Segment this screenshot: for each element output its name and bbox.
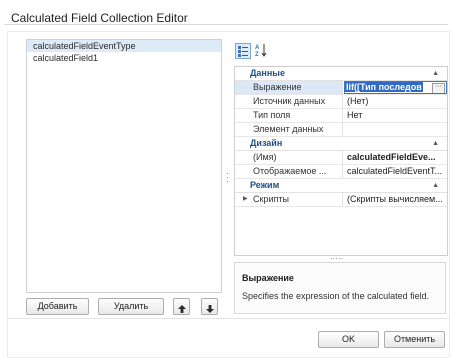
property-value[interactable] — [344, 123, 447, 136]
ok-button[interactable]: OK — [318, 331, 379, 348]
collapse-icon[interactable]: ▲ — [432, 67, 439, 80]
description-title: Выражение — [242, 273, 294, 283]
remove-button[interactable]: Удалить — [98, 298, 164, 315]
property-name: Элемент данных — [235, 123, 343, 136]
ellipsis-button[interactable]: ··· — [432, 83, 445, 93]
property-row[interactable]: Отображаемое ... calculatedFieldEventT..… — [235, 165, 447, 179]
footer-divider — [8, 318, 449, 319]
property-value[interactable]: calculatedFieldEve... — [344, 151, 447, 164]
arrow-down-icon — [205, 304, 214, 313]
property-name: Источник данных — [235, 95, 343, 108]
property-name: Выражение — [235, 81, 343, 94]
property-name: Скрипты — [235, 193, 343, 206]
arrow-up-icon — [177, 304, 186, 313]
description-text: Specifies the expression of the calculat… — [242, 291, 430, 301]
collapse-icon[interactable]: ▲ — [432, 137, 439, 150]
property-value-editor[interactable]: Iif([Тип последов ··· — [344, 81, 447, 94]
property-name: (Имя) — [235, 151, 343, 164]
field-list[interactable]: calculatedFieldEventType calculatedField… — [26, 39, 222, 293]
category-label: Дизайн — [250, 138, 283, 148]
alphabetical-button[interactable]: A Z — [254, 43, 270, 59]
category-label: Режим — [250, 180, 280, 190]
property-value[interactable]: Нет — [344, 109, 447, 122]
property-row-expression[interactable]: Выражение Iif([Тип последов ··· — [235, 81, 447, 95]
property-row[interactable]: Элемент данных — [235, 123, 447, 137]
svg-text:Z: Z — [255, 52, 259, 57]
category-design[interactable]: Дизайн ▲ — [235, 137, 447, 151]
property-value[interactable]: (Скрипты вычисляем... — [344, 193, 447, 206]
property-value[interactable]: calculatedFieldEventT... — [344, 165, 447, 178]
property-row[interactable]: Источник данных (Нет) — [235, 95, 447, 109]
property-name: Отображаемое ... — [235, 165, 343, 178]
property-row[interactable]: ▶ Скрипты (Скрипты вычисляем... — [235, 193, 447, 207]
categorized-icon — [238, 46, 248, 57]
description-panel: Выражение Specifies the expression of th… — [234, 262, 446, 314]
expression-value[interactable]: Iif([Тип последов — [345, 82, 423, 92]
list-item[interactable]: calculatedField1 — [27, 52, 221, 64]
sort-az-icon: A Z — [255, 44, 267, 58]
move-down-button[interactable] — [201, 298, 218, 315]
categorized-button[interactable] — [235, 43, 251, 59]
svg-text:A: A — [255, 45, 260, 51]
list-item[interactable]: calculatedFieldEventType — [27, 40, 221, 52]
window-title: Calculated Field Collection Editor — [4, 3, 448, 25]
property-row[interactable]: (Имя) calculatedFieldEve... — [235, 151, 447, 165]
category-label: Данные — [250, 68, 285, 78]
move-up-button[interactable] — [173, 298, 190, 315]
property-value[interactable]: (Нет) — [344, 95, 447, 108]
category-data[interactable]: Данные ▲ — [235, 67, 447, 81]
category-mode[interactable]: Режим ▲ — [235, 179, 447, 193]
add-button[interactable]: Добавить — [26, 298, 89, 315]
cancel-button[interactable]: Отменить — [384, 331, 445, 348]
vertical-splitter[interactable]: · · · — [226, 170, 229, 186]
property-row[interactable]: Тип поля Нет — [235, 109, 447, 123]
collapse-icon[interactable]: ▲ — [432, 179, 439, 192]
property-grid[interactable]: Данные ▲ Выражение Iif([Тип последов ···… — [234, 66, 448, 256]
property-name: Тип поля — [235, 109, 343, 122]
